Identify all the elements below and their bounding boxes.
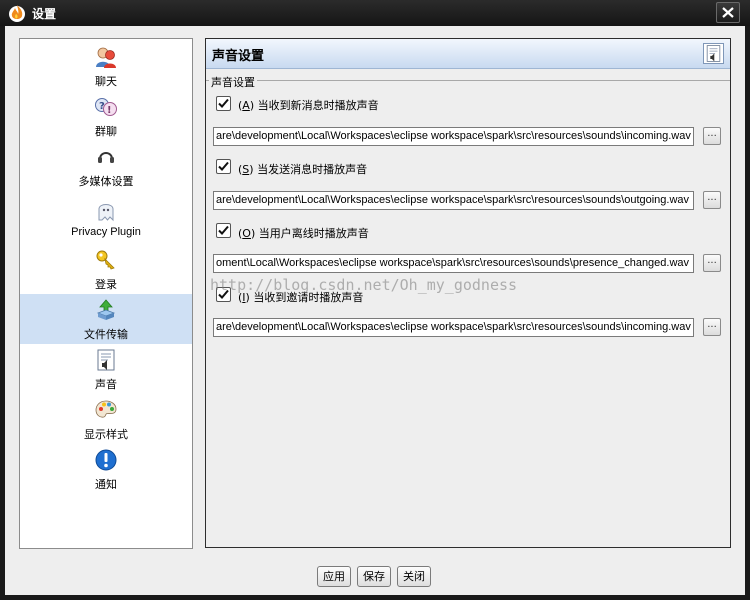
title-bar[interactable]: 设置	[0, 0, 750, 26]
invitation-sound-path-input[interactable]: are\development\Local\Workspaces\eclipse…	[213, 318, 694, 337]
outgoing-sound-browse-button[interactable]: ...	[703, 191, 721, 209]
sidebar-item-notifications[interactable]: 通知	[20, 444, 192, 494]
checkmark-icon	[218, 161, 229, 171]
sound-options-group: 声音设置 (A) 当收到新消息时播放声音 are\development\Loc…	[206, 74, 730, 547]
sidebar-item-group-chat[interactable]: ? ! 群聊	[20, 91, 192, 141]
svg-text:!: !	[107, 105, 112, 116]
path-value: are\development\Local\Workspaces\eclipse…	[216, 321, 691, 333]
watermark-text: http://blog.csdn.net/Oh_my_godness	[210, 276, 518, 294]
preferences-sidebar: 聊天 ? ! 群聊 多媒体设置 Privacy Plugin 登录 文件传输 声…	[19, 38, 193, 549]
panel-header-icon-box	[703, 43, 724, 64]
mnemonic: S	[242, 163, 250, 176]
sidebar-item-label: 显示样式	[84, 428, 128, 441]
sidebar-item-label: 文件传输	[84, 328, 128, 341]
incoming-sound-path-input[interactable]: are\development\Local\Workspaces\eclipse…	[213, 127, 694, 146]
sidebar-item-label: 通知	[95, 478, 117, 491]
headset-icon	[98, 152, 114, 163]
window-title: 设置	[32, 7, 57, 21]
key-icon	[96, 250, 115, 270]
sidebar-item-label: 群聊	[95, 125, 117, 138]
checkmark-icon	[218, 225, 229, 235]
panel-header: 声音设置	[206, 39, 730, 69]
sidebar-item-label: 多媒体设置	[78, 175, 134, 188]
path-value: oment\Local\Workspaces\eclipse workspace…	[216, 257, 690, 269]
spark-flame-icon	[9, 5, 25, 22]
sidebar-item-multimedia[interactable]: 多媒体设置	[20, 141, 192, 191]
dialog-body: 聊天 ? ! 群聊 多媒体设置 Privacy Plugin 登录 文件传输 声…	[5, 26, 745, 595]
path-value: are\development\Local\Workspaces\eclipse…	[216, 194, 690, 206]
group-title: 声音设置	[209, 74, 257, 90]
sidebar-item-label: 声音	[95, 378, 117, 391]
mnemonic: O	[242, 227, 251, 240]
close-window-button[interactable]	[716, 2, 740, 23]
outgoing-sound-path-input[interactable]: are\development\Local\Workspaces\eclipse…	[213, 191, 694, 210]
chat-users-icon	[96, 47, 116, 68]
incoming-sound-browse-button[interactable]: ...	[703, 127, 721, 145]
incoming-sound-label[interactable]: (A) 当收到新消息时播放声音	[238, 97, 379, 113]
palette-icon	[95, 400, 117, 418]
close-x-icon	[722, 7, 734, 18]
sidebar-item-file-transfer[interactable]: 文件传输	[20, 294, 192, 344]
offline-sound-path-input[interactable]: oment\Local\Workspaces\eclipse workspace…	[213, 254, 694, 273]
sidebar-item-appearance[interactable]: 显示样式	[20, 394, 192, 444]
preferences-window: 设置 聊天 ? ! 群聊 多媒体设置 Privacy Plugin 登录 文件传…	[0, 0, 750, 600]
sound-doc-icon	[97, 349, 115, 371]
close-button[interactable]: 关闭	[397, 566, 431, 587]
mnemonic: A	[242, 99, 250, 112]
save-button[interactable]: 保存	[357, 566, 391, 587]
incoming-sound-checkbox[interactable]	[216, 96, 231, 111]
path-value: are\development\Local\Workspaces\eclipse…	[216, 130, 691, 142]
group-chat-icon: ? !	[95, 98, 117, 116]
sidebar-item-label: Privacy Plugin	[71, 226, 141, 238]
sidebar-item-chat[interactable]: 聊天	[20, 41, 192, 91]
checkmark-icon	[218, 98, 229, 108]
invitation-sound-browse-button[interactable]: ...	[703, 318, 721, 336]
option-text: 当发送消息时播放声音	[257, 163, 368, 176]
sidebar-item-privacy-plugin[interactable]: Privacy Plugin	[20, 194, 192, 244]
option-text: 当收到新消息时播放声音	[257, 99, 379, 112]
alert-icon	[95, 449, 117, 471]
file-transfer-icon	[96, 299, 116, 320]
offline-sound-checkbox[interactable]	[216, 223, 231, 238]
offline-sound-browse-button[interactable]: ...	[703, 254, 721, 272]
sidebar-item-sound[interactable]: 声音	[20, 344, 192, 394]
outgoing-sound-label[interactable]: (S) 当发送消息时播放声音	[238, 161, 367, 177]
sound-doc-icon	[706, 45, 721, 62]
sidebar-item-label: 聊天	[95, 75, 117, 88]
sidebar-item-label: 登录	[95, 278, 117, 291]
outgoing-sound-checkbox[interactable]	[216, 159, 231, 174]
panel-title: 声音设置	[212, 49, 265, 64]
sidebar-item-login[interactable]: 登录	[20, 244, 192, 294]
option-text: 当用户离线时播放声音	[258, 227, 369, 240]
ghost-icon	[98, 204, 114, 222]
offline-sound-label[interactable]: (O) 当用户离线时播放声音	[238, 225, 369, 241]
apply-button[interactable]: 应用	[317, 566, 351, 587]
